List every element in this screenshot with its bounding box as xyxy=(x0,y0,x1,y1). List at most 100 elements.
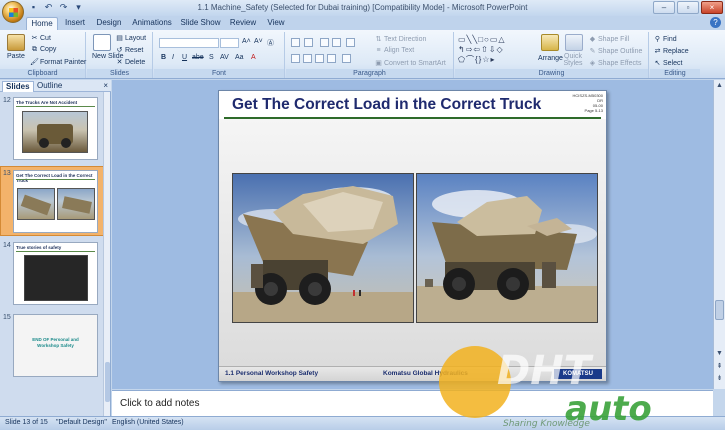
tab-slides[interactable]: Slides xyxy=(2,81,34,92)
align-center-icon[interactable] xyxy=(303,54,312,63)
thumbnail-title: END OF Personal and Workshop Safety xyxy=(32,337,79,348)
shapes-gallery[interactable]: ▭╲╲□○▭△ ↰⇨⇦⇧⇩◇ ⬠⌒{}☆▸ xyxy=(458,35,538,67)
arrange-button[interactable]: Arrange xyxy=(538,55,563,62)
office-button[interactable] xyxy=(2,1,24,23)
pane-scrollbar[interactable] xyxy=(103,92,110,416)
numbering-icon[interactable] xyxy=(304,38,313,47)
slide-thumbnail[interactable]: Get The Correct Load in the Correct Truc… xyxy=(13,170,98,233)
theme-name: "Default Design" xyxy=(56,419,107,426)
align-text-button[interactable]: ≡ Align Text xyxy=(374,47,414,54)
line-spacing-icon[interactable] xyxy=(346,38,355,47)
clear-format-icon[interactable]: Ⓐ xyxy=(267,38,274,48)
clipboard-group: Paste ✂ Cut ⧉ Copy 🖌Format Painter Clipboa… xyxy=(0,32,86,78)
arrange-icon[interactable] xyxy=(541,34,559,51)
convert-smartart-button[interactable]: ▣ Convert to SmartArt xyxy=(374,59,446,67)
tab-outline[interactable]: Outline xyxy=(34,81,65,92)
editing-group: ⚲ Find ⇄ Replace ↖ Select Editing xyxy=(650,32,700,78)
decrease-indent-icon[interactable] xyxy=(320,38,329,47)
shrink-font-icon[interactable]: A˅ xyxy=(254,38,263,45)
effects-icon: ◈ xyxy=(589,60,596,67)
slide-title[interactable]: Get The Correct Load in the Correct Truc… xyxy=(232,96,541,114)
select-button[interactable]: ↖ Select xyxy=(653,59,683,67)
slide-number: 15 xyxy=(3,314,11,321)
shape-effects-button[interactable]: ◈ Shape Effects xyxy=(588,59,642,67)
shape-fill-button[interactable]: ◆ Shape Fill xyxy=(588,35,629,43)
thumbnail-rule xyxy=(16,106,95,107)
underline-icon[interactable]: U xyxy=(182,54,187,61)
scroll-up-icon[interactable]: ▲ xyxy=(715,82,724,89)
shadow-icon[interactable]: S xyxy=(209,54,214,61)
paste-button[interactable]: Paste xyxy=(7,53,25,60)
photo-truck-left[interactable] xyxy=(232,173,414,323)
paragraph-label: Paragraph xyxy=(286,69,453,78)
tab-review[interactable]: Review xyxy=(227,17,259,30)
font-name-combo[interactable] xyxy=(159,38,219,48)
previous-slide-icon[interactable]: ⇞ xyxy=(715,362,724,370)
slides-group: New Slide ▤ Layout ↺ Reset ✕ Delete Slides xyxy=(87,32,153,78)
tab-view[interactable]: View xyxy=(262,17,290,30)
italic-icon[interactable]: I xyxy=(172,54,174,61)
increase-indent-icon[interactable] xyxy=(332,38,341,47)
tab-slide-show[interactable]: Slide Show xyxy=(179,17,222,30)
replace-button[interactable]: ⇄ Replace xyxy=(653,47,689,55)
editor-scrollbar-thumb[interactable] xyxy=(715,300,724,320)
pane-scrollbar-thumb[interactable] xyxy=(105,362,110,402)
layout-icon: ▤ xyxy=(116,35,123,42)
find-button[interactable]: ⚲ Find xyxy=(653,35,677,43)
tab-animations[interactable]: Animations xyxy=(130,17,174,30)
notes-pane[interactable]: Click to add notes xyxy=(112,390,713,416)
scissors-icon: ✂ xyxy=(31,35,38,42)
new-slide-icon[interactable] xyxy=(93,34,111,51)
footer-company: Komatsu Global Hydraulics xyxy=(383,370,468,377)
text-direction-icon: ⇅ xyxy=(375,36,382,43)
tab-design[interactable]: Design xyxy=(93,17,125,30)
change-case-icon[interactable]: Aa xyxy=(235,54,244,61)
help-icon[interactable]: ? xyxy=(710,17,721,28)
photo-truck-right[interactable] xyxy=(416,173,598,323)
slide-meta: HCISZS-M50300 DR 05-00 Page 5-13 xyxy=(573,93,603,113)
font-color-icon[interactable]: A xyxy=(251,54,256,61)
shape-outline-button[interactable]: ✎ Shape Outline xyxy=(588,47,643,55)
grow-font-icon[interactable]: A˄ xyxy=(242,38,251,45)
close-icon[interactable]: × xyxy=(103,81,108,90)
notes-placeholder[interactable]: Click to add notes xyxy=(120,398,200,409)
minimize-button[interactable]: – xyxy=(653,1,675,14)
bullets-icon[interactable] xyxy=(291,38,300,47)
layout-button[interactable]: ▤ Layout xyxy=(115,34,146,42)
tab-insert[interactable]: Insert xyxy=(60,17,90,30)
slide-thumbnail[interactable]: END OF Personal and Workshop Safety xyxy=(13,314,98,377)
current-slide[interactable]: Get The Correct Load in the Correct Truc… xyxy=(218,90,607,382)
text-direction-button[interactable]: ⇅ Text Direction xyxy=(374,35,427,43)
columns-icon[interactable] xyxy=(342,54,351,63)
footer-course: 1.1 Personal Workshop Safety xyxy=(225,370,319,377)
quick-styles-button[interactable]: Quick Styles xyxy=(561,53,585,67)
copy-button[interactable]: ⧉ Copy xyxy=(30,46,56,54)
cut-button[interactable]: ✂ Cut xyxy=(30,34,51,42)
strikethrough-icon[interactable]: abe xyxy=(192,54,204,61)
paste-icon[interactable] xyxy=(7,34,25,51)
bold-icon[interactable]: B xyxy=(161,54,166,61)
language-indicator[interactable]: English (United States) xyxy=(112,419,184,426)
slide-thumbnail[interactable]: The Trucks Are Not Accident xyxy=(13,97,98,160)
thumbnail-photo-right xyxy=(57,188,95,220)
thumbnail-rule xyxy=(16,251,95,252)
char-spacing-icon[interactable]: AV xyxy=(220,54,229,61)
scroll-down-icon[interactable]: ▼ xyxy=(715,350,724,357)
slide-number: 12 xyxy=(3,97,11,104)
align-right-icon[interactable] xyxy=(315,54,324,63)
font-size-combo[interactable] xyxy=(220,38,239,48)
delete-icon: ✕ xyxy=(116,59,123,66)
slide-thumbnail[interactable]: True stories of safety xyxy=(13,242,98,305)
align-left-icon[interactable] xyxy=(291,54,300,63)
tab-home[interactable]: Home xyxy=(26,17,58,30)
editor-scrollbar[interactable]: ▲ ▼ ⇞ ⇟ xyxy=(713,80,725,389)
quick-styles-icon[interactable] xyxy=(565,34,583,51)
next-slide-icon[interactable]: ⇟ xyxy=(715,374,724,382)
reset-button[interactable]: ↺ Reset xyxy=(115,46,144,54)
maximize-button[interactable]: ▫ xyxy=(677,1,699,14)
format-painter-button[interactable]: 🖌Format Painter xyxy=(30,58,86,66)
close-button[interactable]: × xyxy=(701,1,723,14)
font-group: A˄ A˅ Ⓐ B I U abe S AV Aa A Font xyxy=(154,32,285,78)
delete-button[interactable]: ✕ Delete xyxy=(115,58,146,66)
justify-icon[interactable] xyxy=(327,54,336,63)
